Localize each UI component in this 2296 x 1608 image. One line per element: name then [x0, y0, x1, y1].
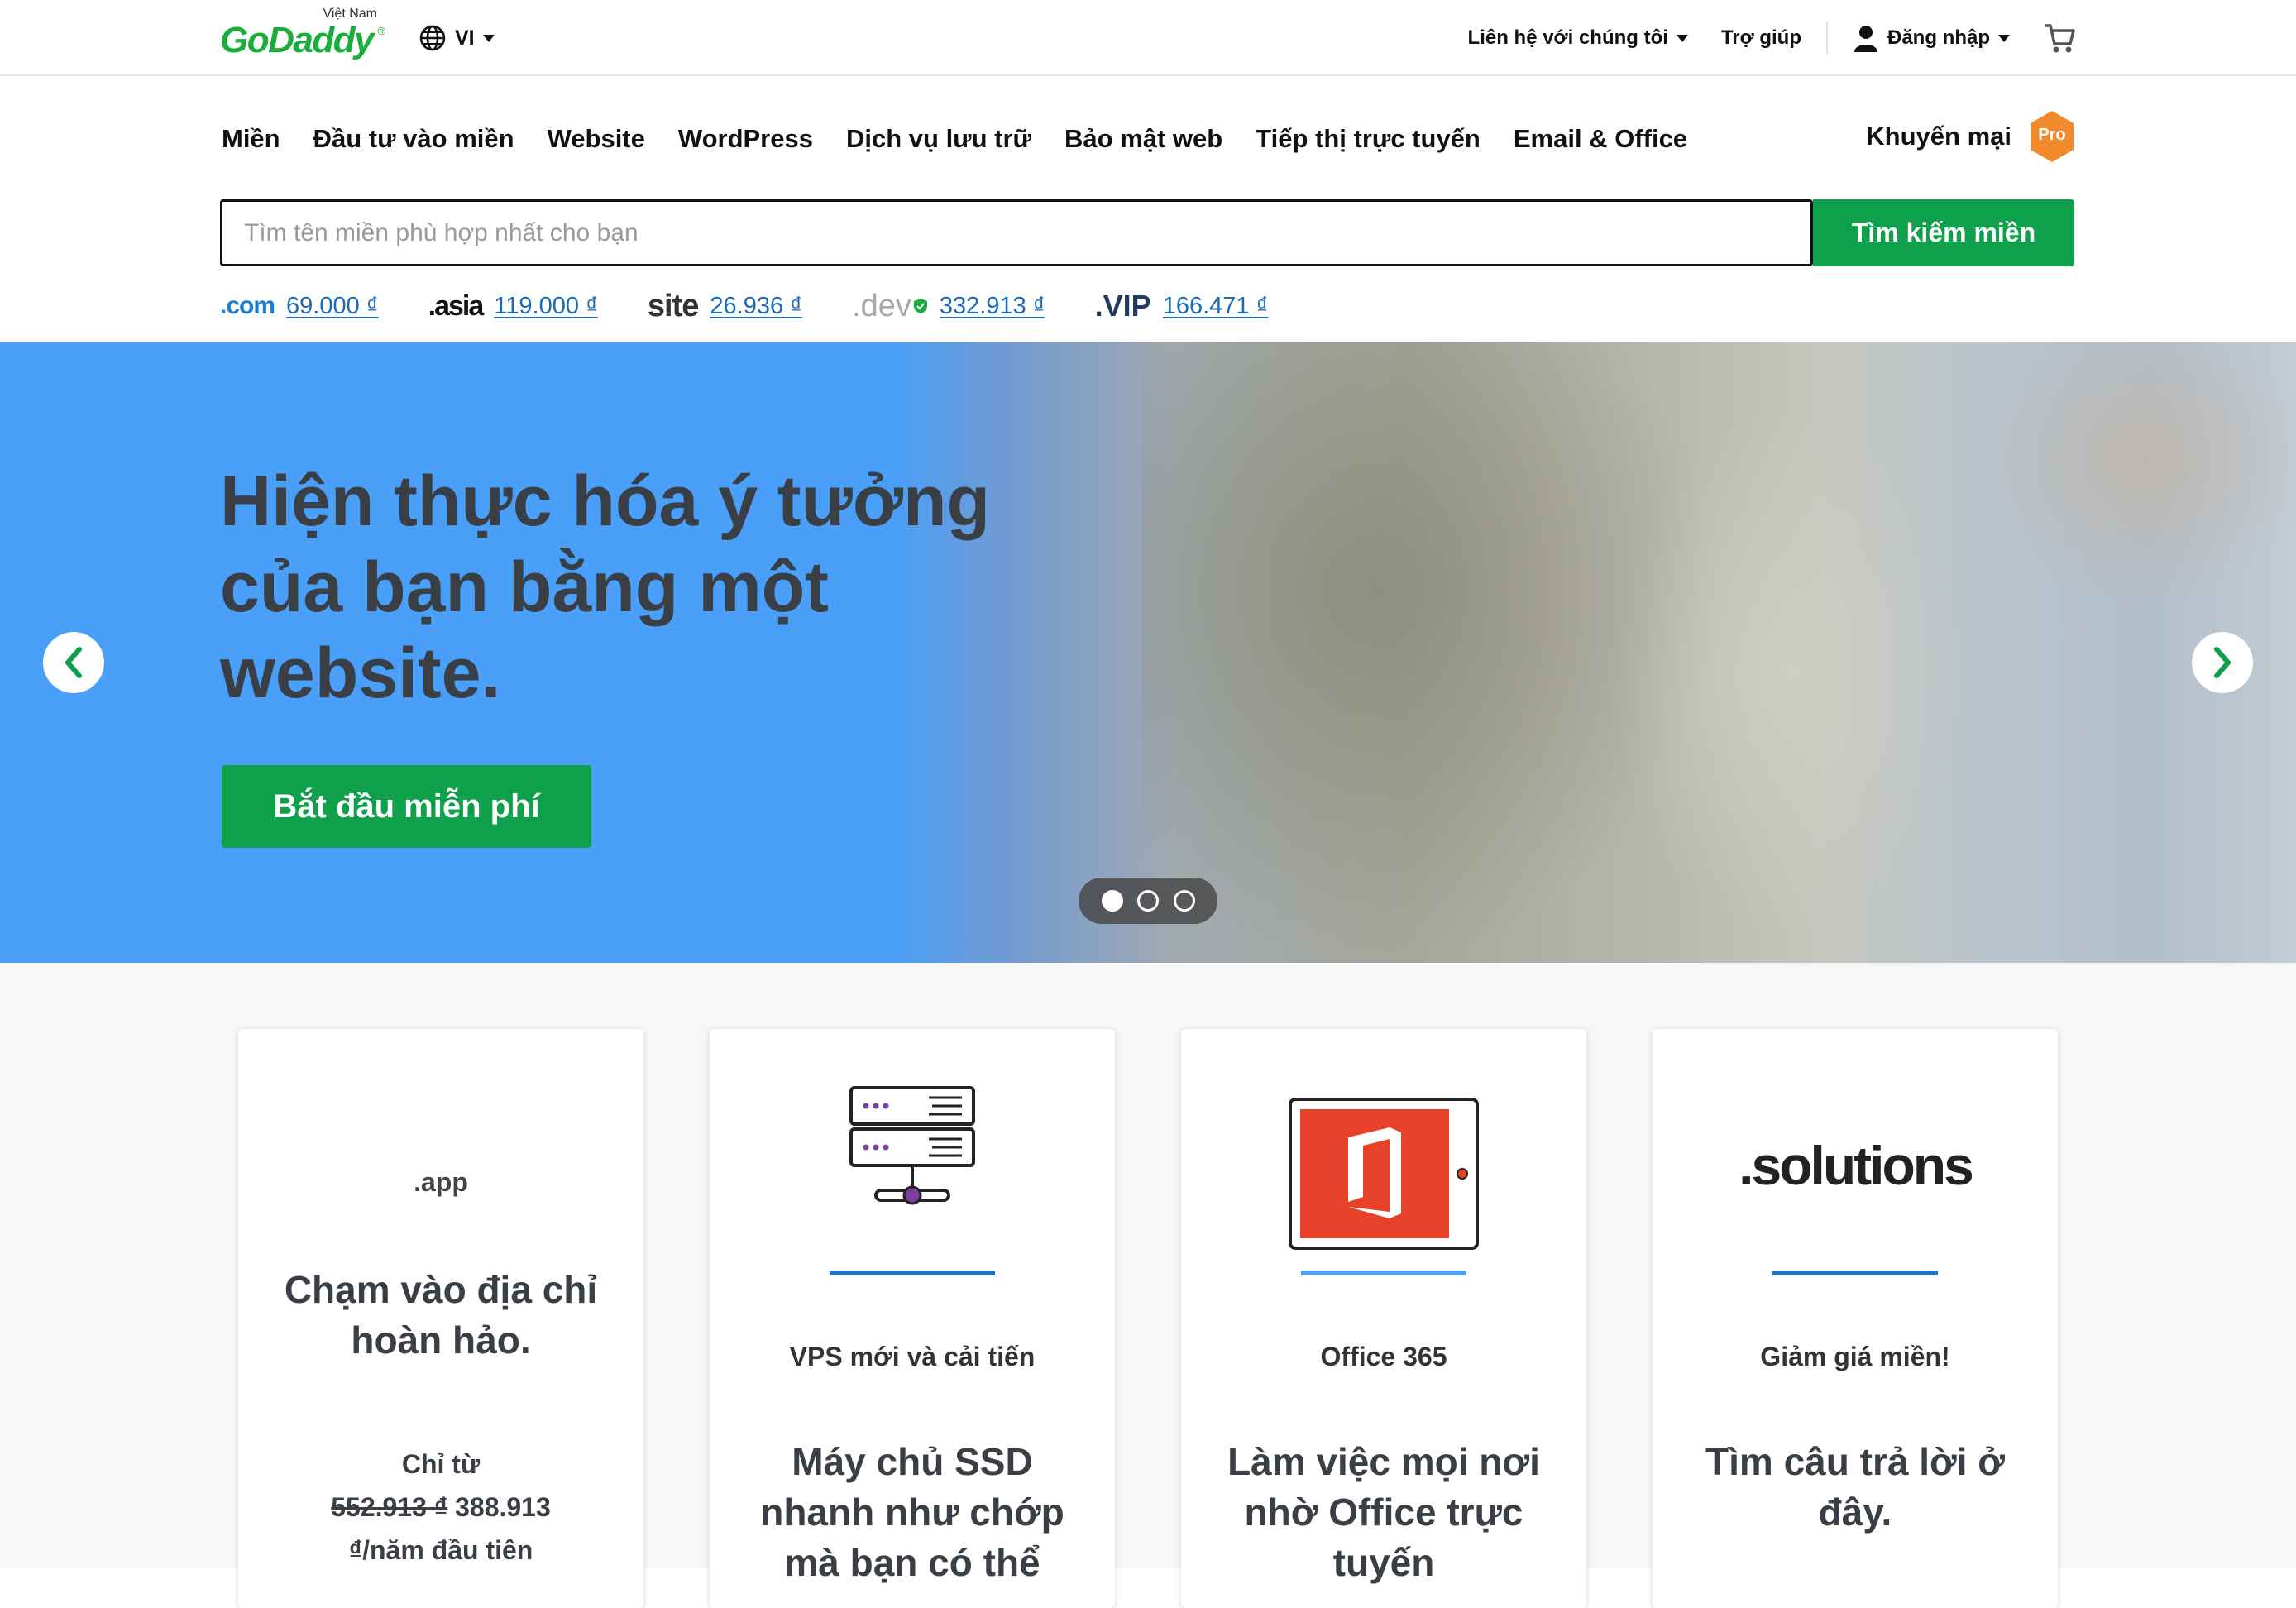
card-label: VPS mới và cải tiến	[789, 1342, 1036, 1371]
card-heading: Làm việc mọi nơi nhờ Office trực tuyến	[1227, 1440, 1540, 1584]
utility-bar: Việt Nam GoDaddy ® VI Liên hệ với chúng …	[0, 0, 2296, 76]
old-price: 552.913 ₫	[331, 1492, 448, 1522]
sign-in-label: Đăng nhập	[1887, 26, 1990, 49]
carousel-dot[interactable]	[1173, 890, 1195, 912]
domain-search-input[interactable]	[220, 199, 1813, 266]
nav-item-website[interactable]: Website	[548, 124, 645, 154]
globe-icon	[419, 25, 446, 51]
start-free-button[interactable]: Bắt đầu miễn phí	[222, 765, 591, 848]
tld-item-com[interactable]: .com 69.000 ₫	[220, 292, 379, 320]
utility-links: Liên hệ với chúng tôi Trợ giúp Đăng nhập	[1452, 18, 2076, 58]
carousel-dot[interactable]	[1101, 890, 1123, 912]
card-heading: Chạm vào địa chỉ hoàn hảo.	[284, 1268, 598, 1362]
cart-icon	[2045, 24, 2075, 53]
server-icon	[849, 1086, 975, 1205]
card-price: 552.913 ₫ 388.913	[271, 1486, 610, 1529]
card-heading: Tìm câu trả lời ở đây.	[1705, 1440, 2005, 1534]
hero-background-blur	[1968, 342, 2296, 607]
godaddy-logo[interactable]: Việt Nam GoDaddy ®	[220, 7, 385, 69]
help-label: Trợ giúp	[1720, 26, 1801, 49]
card-price-prefix: Chỉ từ	[401, 1449, 481, 1479]
registered-mark: ®	[377, 25, 385, 37]
tld-price: 26.936 ₫	[710, 292, 803, 319]
carousel-prev-button[interactable]	[43, 632, 104, 693]
chevron-down-icon	[482, 34, 495, 42]
language-selector[interactable]: VI	[419, 22, 495, 55]
nav-item-online-marketing[interactable]: Tiếp thị trực tuyến	[1256, 124, 1480, 154]
tld-logo: .VIP	[1094, 289, 1151, 323]
carousel-next-button[interactable]	[2192, 632, 2253, 693]
card-heading: Máy chủ SSD nhanh như chớp mà bạn có thể	[760, 1440, 1064, 1584]
pro-badge: Pro	[2028, 109, 2076, 164]
app-tld-logo: .app	[414, 1166, 468, 1197]
tld-price: 332.913 ₫	[939, 292, 1045, 319]
pro-badge-label: Pro	[2038, 126, 2066, 144]
carousel-dot[interactable]	[1137, 890, 1159, 912]
feature-card-vps[interactable]: VPS mới và cải tiến Máy chủ SSD nhanh nh…	[710, 1029, 1115, 1608]
office-tablet-icon	[1289, 1098, 1479, 1250]
nav-item-domain-investing[interactable]: Đầu tư vào miền	[313, 124, 514, 154]
cart-button[interactable]	[2026, 22, 2076, 54]
nav-item-domains[interactable]: Miền	[222, 124, 280, 154]
tld-price: 69.000 ₫	[286, 292, 379, 319]
feature-card-app[interactable]: .app Chạm vào địa chỉ hoàn hảo. Chỉ từ 5…	[238, 1029, 643, 1608]
card-label: Office 365	[1320, 1342, 1447, 1371]
tld-logo: .asia	[428, 290, 485, 322]
contact-label: Liên hệ với chúng tôi	[1467, 26, 1668, 49]
card-divider	[1301, 1271, 1466, 1275]
card-media: .solutions	[1653, 1112, 2058, 1219]
solutions-tld-logo: .solutions	[1739, 1135, 1974, 1196]
help-link[interactable]: Trợ giúp	[1705, 26, 1818, 50]
tld-item-vip[interactable]: .VIP 166.471 ₫	[1095, 289, 1269, 323]
language-code: VI	[455, 26, 475, 50]
tld-logo: .com	[220, 292, 275, 319]
nav-item-wordpress[interactable]: WordPress	[678, 124, 813, 154]
hero-carousel: Hiện thực hóa ý tưởng của bạn bằng một w…	[0, 342, 2296, 963]
card-divider	[1772, 1271, 1938, 1275]
tld-item-dev[interactable]: .dev 332.913 ₫	[852, 289, 1045, 324]
card-divider	[830, 1271, 995, 1275]
search-domain-button[interactable]: Tìm kiếm miền	[1813, 199, 2074, 266]
tld-price: 166.471 ₫	[1162, 292, 1269, 319]
chevron-down-icon	[1998, 34, 2010, 42]
promotions-label: Khuyến mại	[1866, 122, 2011, 151]
hero-title: Hiện thực hóa ý tưởng của bạn bằng một w…	[220, 462, 991, 713]
nav-item-hosting[interactable]: Dịch vụ lưu trữ	[846, 124, 1031, 154]
main-nav: Miền Đầu tư vào miền Website WordPress D…	[222, 117, 1687, 160]
feature-card-solutions[interactable]: .solutions Giảm giá miền! Tìm câu trả lờ…	[1653, 1029, 2058, 1608]
feature-card-office365[interactable]: Office 365 Làm việc mọi nơi nhờ Office t…	[1181, 1029, 1586, 1608]
sign-in-menu[interactable]: Đăng nhập	[1836, 24, 2026, 52]
hero-background-blur	[1613, 409, 1960, 938]
tld-price-strip: .com 69.000 ₫ .asia 119.000 ₫ site 26.93…	[220, 281, 1318, 331]
nav-item-web-security[interactable]: Bảo mật web	[1064, 124, 1222, 154]
tld-logo: .dev	[852, 288, 911, 323]
carousel-pagination	[1079, 878, 1217, 924]
card-media	[1181, 1095, 1586, 1252]
contact-menu[interactable]: Liên hệ với chúng tôi	[1452, 26, 1705, 50]
user-icon	[1854, 26, 1877, 52]
promotions-link[interactable]: Khuyến mại Pro	[1866, 109, 2076, 164]
tld-item-site[interactable]: site 26.936 ₫	[648, 289, 802, 324]
tld-logo: site	[647, 288, 699, 323]
card-price-suffix: ₫/năm đầu tiên	[348, 1535, 533, 1565]
divider	[1826, 22, 1828, 55]
tld-price: 119.000 ₫	[494, 292, 598, 319]
logo-wordmark: GoDaddy	[220, 20, 375, 60]
card-media: .app	[238, 1145, 643, 1219]
chevron-left-icon	[65, 647, 82, 678]
card-label: Giảm giá miền!	[1760, 1342, 1950, 1371]
new-price: 388.913	[455, 1492, 551, 1522]
chevron-right-icon	[2214, 647, 2231, 678]
shield-icon	[913, 299, 927, 313]
tld-item-asia[interactable]: .asia 119.000 ₫	[428, 290, 598, 323]
nav-item-email-office[interactable]: Email & Office	[1514, 124, 1687, 154]
chevron-down-icon	[1676, 34, 1688, 42]
card-media	[710, 1079, 1115, 1219]
